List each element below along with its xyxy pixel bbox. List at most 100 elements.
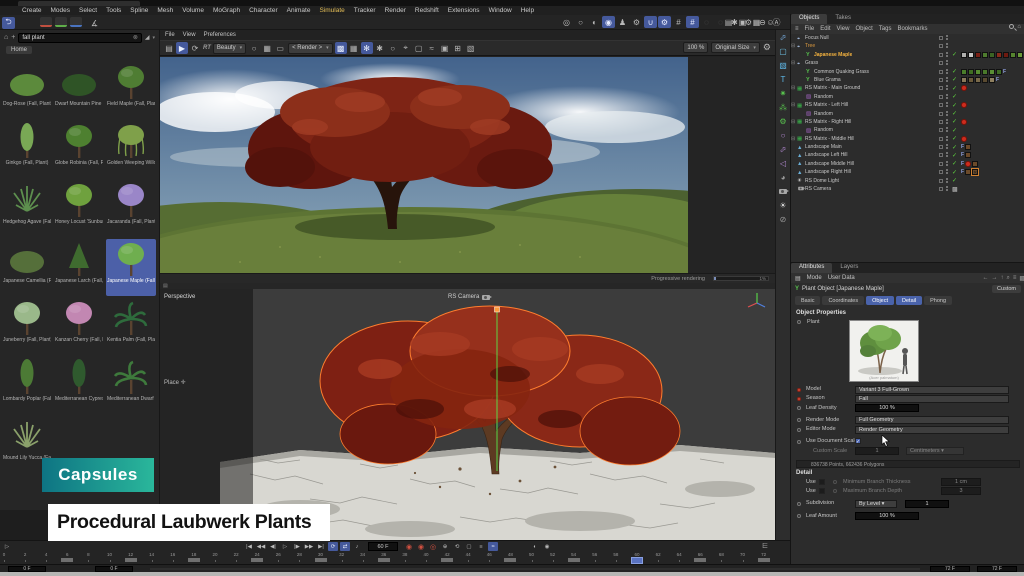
visibility-dots[interactable] [946, 52, 949, 58]
plant-asset-japanese[interactable]: Japanese Maple (Fall, ... [106, 239, 156, 296]
grid-icon[interactable]: ▦ [261, 42, 273, 54]
go-start-button[interactable]: |◀ [244, 542, 254, 551]
attr-tab-attributes[interactable]: Attributes [791, 263, 832, 273]
half-circle-icon[interactable]: ◐ [530, 542, 540, 551]
search-icon[interactable]: ⌕ [1006, 275, 1009, 282]
plant-asset-dwarf[interactable]: Dwarf Mountain Pine (... [54, 62, 104, 119]
visibility-dots[interactable] [946, 161, 949, 167]
model-dropdown[interactable]: Variant 3 Full-Grown [855, 386, 1009, 394]
material-tag[interactable] [982, 69, 988, 75]
visibility-dots[interactable] [946, 94, 949, 100]
mode-menu[interactable]: Mode [807, 275, 822, 281]
fields-tag[interactable]: F [996, 77, 999, 83]
compass-icon[interactable]: ⊘ [777, 213, 790, 226]
snap-settings-icon[interactable]: ⚙ [658, 16, 671, 28]
mode-menu-icon[interactable]: ▤ [795, 275, 801, 282]
spline-circle-icon[interactable]: ○ [777, 129, 790, 142]
layer-toggle[interactable] [939, 61, 943, 65]
param-dot[interactable] [797, 514, 801, 518]
custom-scale-field[interactable]: 1 [855, 447, 899, 455]
menu-render[interactable]: Render [385, 7, 406, 14]
half-sphere-icon[interactable]: ◐ [588, 16, 601, 28]
layer-toggle[interactable] [939, 179, 943, 183]
next-frame-button[interactable]: |▶ [292, 542, 302, 551]
viewport-view-label[interactable]: Perspective [164, 294, 195, 300]
render-mode-dropdown[interactable]: Full Geometry [855, 416, 1009, 424]
object-row-landscape-left-hill[interactable]: ▲Landscape Left Hill✓F [791, 151, 1021, 159]
use-checkbox[interactable] [819, 479, 825, 485]
expand-caret-icon[interactable]: ⊟ [791, 102, 795, 108]
home-icon[interactable]: ⌂ [1017, 24, 1021, 30]
material-tag[interactable] [968, 69, 974, 75]
sphere-mode-icon[interactable]: ◉ [602, 16, 615, 28]
material-tag[interactable] [989, 52, 995, 58]
layer-toggle[interactable] [939, 137, 943, 141]
om-menu-bookmarks[interactable]: Bookmarks [897, 26, 927, 32]
save-image-icon[interactable]: ▤ [163, 42, 175, 54]
object-row-blue-grama[interactable]: YBlue Grama✓F [791, 76, 1021, 84]
menu-animate[interactable]: Animate [287, 7, 311, 14]
plant-asset-dog-rose[interactable]: Dog-Rose (Fall, Plant) [2, 62, 52, 119]
param-dot[interactable] [797, 502, 801, 506]
enabled-check-icon[interactable]: ✓ [952, 152, 957, 159]
next-key-button[interactable]: ▶▶ [304, 542, 314, 551]
visibility-dots[interactable] [946, 136, 949, 142]
sub-param-field[interactable]: 1 cm [941, 478, 981, 486]
menu-modes[interactable]: Modes [51, 7, 71, 14]
subdivision-mode-dropdown[interactable]: By Level ▾ [855, 500, 897, 508]
material-tag[interactable] [989, 69, 995, 75]
object-row-common-quaking-grass[interactable]: YCommon Quaking Grass✓F [791, 68, 1021, 76]
basket-icon[interactable]: ◢ [145, 34, 150, 41]
prev-frame-button[interactable]: ◀| [268, 542, 278, 551]
editor-mode-dropdown[interactable]: Render Geometry [855, 426, 1009, 434]
material-tag-selected[interactable]: ✕ [972, 169, 978, 175]
plant-asset-mediterranean[interactable]: Mediterranean Dwarf ... [106, 357, 156, 414]
volume-icon[interactable]: ◁ [777, 157, 790, 170]
material-tag[interactable] [965, 144, 971, 150]
sphere-shaded-icon[interactable]: ◕ [777, 171, 790, 184]
object-row-rs-matrix-right-hill[interactable]: ⊟▦RS Matrix - Right Hill✓ [791, 118, 1021, 126]
rv-menu-file[interactable]: File [165, 32, 175, 38]
snapshot-icon[interactable]: ✻ [361, 42, 373, 54]
range-slider[interactable] [150, 568, 920, 570]
enabled-check-icon[interactable]: ✓ [952, 118, 957, 125]
expand-caret-icon[interactable]: ⊟ [791, 136, 795, 142]
plant-asset-kentia[interactable]: Kentia Palm (Fall, Plant) [106, 298, 156, 355]
layer-toggle[interactable] [939, 86, 943, 90]
zigzag-icon[interactable]: ≈ [426, 42, 438, 54]
menu-create[interactable]: Create [22, 7, 42, 14]
prev-key-button[interactable]: ◀◀ [256, 542, 266, 551]
layer-toggle[interactable] [939, 36, 943, 40]
menu-mesh[interactable]: Mesh [157, 7, 173, 14]
object-row-landscape-right-hill[interactable]: ▲Landscape Right Hill✓F✕ [791, 168, 1021, 176]
material-tag[interactable] [982, 77, 988, 83]
autokey-icon[interactable]: ≈ [488, 542, 498, 551]
om-menu-object[interactable]: Object [855, 26, 872, 32]
cloner-icon[interactable]: ⁂ [777, 101, 790, 114]
material-tag[interactable] [975, 69, 981, 75]
redshift-material-tag[interactable] [961, 85, 967, 91]
render-view-icon[interactable]: ▤ [722, 16, 735, 28]
play-render-icon[interactable]: ▶ [176, 42, 188, 54]
object-row-focus-null[interactable]: ⌖Focus Null [791, 34, 1021, 42]
camera-label[interactable]: RS Camera [448, 294, 490, 300]
render-picture-icon[interactable]: ▣ [736, 16, 749, 28]
menu-window[interactable]: Window [489, 7, 512, 14]
image-a-icon[interactable]: ▣ [439, 42, 451, 54]
param-dot[interactable] [797, 418, 801, 422]
use-document-scale-checkbox[interactable]: ✓ [855, 438, 861, 444]
plant-asset-lombardy[interactable]: Lombardy Poplar (Fall... [2, 357, 52, 414]
enabled-check-icon[interactable]: ✓ [952, 144, 957, 151]
up-icon[interactable]: ↑ [1000, 275, 1003, 282]
visibility-dots[interactable] [946, 77, 949, 83]
compare-icon[interactable]: ✱ [374, 42, 386, 54]
circle-menu-icon[interactable]: ○ [387, 42, 399, 54]
use-checkbox[interactable] [819, 488, 825, 494]
timeline-play-icon[interactable]: ▷ [2, 542, 12, 551]
redshift-material-tag[interactable] [965, 161, 971, 167]
material-tag[interactable] [982, 52, 988, 58]
axis-tool-icon[interactable]: ∡ [88, 17, 101, 29]
sub-param-field[interactable]: 3 [941, 487, 981, 495]
quantize-icon[interactable]: # [686, 16, 699, 28]
layer-toggle[interactable] [939, 145, 943, 149]
